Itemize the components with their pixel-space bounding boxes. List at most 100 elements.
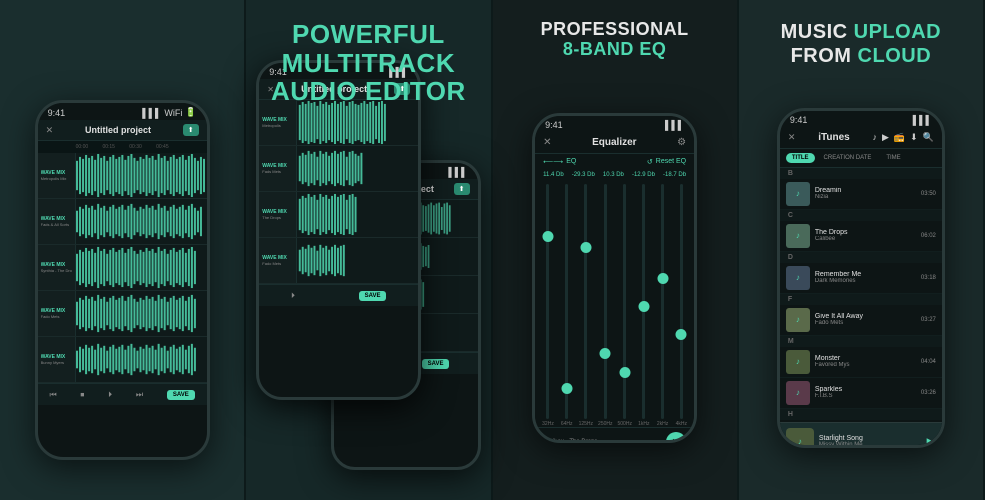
- track-row[interactable]: WAVE MIX Synthia - The Drops: [38, 245, 207, 291]
- track-row-front: WAVE MIX Fads Mets: [259, 146, 418, 192]
- eq-val-4: -12.9 Db: [632, 172, 655, 178]
- eq-values: 11.4 Db -29.3 Db 10.3 Db -12.9 Db -18.7 …: [535, 170, 694, 180]
- song-thumb: ♪: [786, 224, 810, 248]
- section-d: D: [780, 252, 942, 263]
- eq-settings-icon[interactable]: ⚙: [677, 137, 686, 148]
- play-btn[interactable]: ⏵: [108, 390, 112, 400]
- panel-multitrack: POWERFUL MULTITRACK AUDIO EDITOR 9:41 ▌▌…: [246, 0, 492, 500]
- eq-freq-4: 250Hz: [598, 421, 612, 427]
- phone-itunes: 9:41 ▌▌▌ ✕ iTunes ♪ ▶ 📻 ⬇ 🔍 TITLE CREATI…: [777, 108, 945, 448]
- eq-play-btn[interactable]: ▶: [666, 432, 686, 443]
- eq-band-track-6[interactable]: [642, 184, 645, 419]
- section-m: M: [780, 336, 942, 347]
- eq-band-track-4[interactable]: [604, 184, 607, 419]
- eq-header: ✕ Equalizer ⚙: [535, 132, 694, 154]
- song-info: Monster Favored Mys: [815, 355, 916, 368]
- song-artist: F.I.B.S: [815, 393, 916, 399]
- eq-band-track-8[interactable]: [680, 184, 683, 419]
- track-label: WAVE MIX Metropolis Mix: [38, 153, 76, 198]
- export-btn[interactable]: ⬆: [183, 124, 199, 136]
- promo-line-1: POWERFUL: [246, 20, 490, 49]
- eq-band-3: 125Hz: [579, 184, 593, 427]
- tab-time[interactable]: TIME: [880, 153, 906, 163]
- eq-band-thumb-3[interactable]: [580, 242, 591, 253]
- np-play-icon[interactable]: ▶: [927, 435, 936, 448]
- track-row-front: WAVE MIX Fado Mets: [259, 238, 418, 284]
- eq-band-thumb-8[interactable]: [676, 329, 687, 340]
- playback-toolbar: ⏮ ⏹ ⏵ ⏭ SAVE: [38, 383, 207, 405]
- battery-icon: 🔋: [185, 107, 196, 118]
- skip-forward-btn[interactable]: ⏭: [136, 390, 143, 400]
- eq-band-2: 64Hz: [560, 184, 574, 427]
- np-title: Starlight Song: [819, 435, 922, 442]
- music-icon: ♪: [872, 132, 877, 142]
- song-title: Remember Me: [815, 271, 916, 278]
- close-icon[interactable]: ✕: [46, 125, 54, 136]
- list-item[interactable]: ♪ Sparkles F.I.B.S 03:26: [780, 378, 942, 409]
- eq-toggle-btn[interactable]: ⟵⟶ EQ: [543, 158, 576, 166]
- reset-eq-btn[interactable]: ↺ Reset EQ: [647, 158, 686, 166]
- skip-back-btn[interactable]: ⏮: [49, 390, 56, 400]
- thumb-art: ♪: [786, 381, 810, 405]
- save-front: SAVE: [359, 291, 387, 301]
- itunes-panel: ✕ iTunes ♪ ▶ 📻 ⬇ 🔍 TITLE CREATION DATE T…: [780, 127, 942, 448]
- panel-itunes: MUSIC UPLOAD FROM CLOUD 9:41 ▌▌▌ ✕ iTune…: [739, 0, 985, 500]
- eq-band-track-7[interactable]: [661, 184, 664, 419]
- list-item[interactable]: ♪ Monster Favored Mys 04:04: [780, 347, 942, 378]
- itunes-header-icons: ♪ ▶ 📻 ⬇ 🔍: [872, 132, 933, 143]
- toolbar-front: ⏵ SAVE: [259, 284, 418, 306]
- waveform-2: [76, 199, 207, 244]
- time-1: 9:41: [48, 108, 66, 118]
- song-artist: Favored Mys: [815, 362, 916, 368]
- now-playing-info: Starlight Song Missy Within Me: [819, 435, 922, 448]
- track-row[interactable]: WAVE MIX Fado Mets: [38, 291, 207, 337]
- eq-band-track-2[interactable]: [565, 184, 568, 419]
- eq-panel: ✕ Equalizer ⚙ ⟵⟶ EQ ↺ Reset EQ 11.4 Db -…: [535, 132, 694, 443]
- waveform-1: [76, 153, 207, 198]
- video-icon: ▶: [882, 132, 889, 143]
- list-item[interactable]: ♪ The Drops Calibee 06:02: [780, 221, 942, 252]
- eq-band-thumb-7[interactable]: [657, 273, 668, 284]
- eq-band-thumb-1[interactable]: [542, 231, 553, 242]
- track-label-front: WAVE MIX Fado Mets: [259, 238, 297, 283]
- save-btn[interactable]: SAVE: [167, 390, 195, 400]
- eq-freq-1: 32Hz: [542, 421, 554, 427]
- eq-bands-container: 32Hz 64Hz 125Hz: [535, 180, 694, 427]
- eq-band-thumb-5[interactable]: [619, 367, 630, 378]
- tab-title[interactable]: TITLE: [786, 153, 815, 163]
- list-item[interactable]: ♪ Give It All Away Fado Mets 03:27: [780, 305, 942, 336]
- track-row-front: WAVE MIX The Drops: [259, 192, 418, 238]
- panel-track-editor: 9:41 ▌▌▌ WiFi 🔋 ✕ Untitled project ⬆ 00:…: [0, 0, 246, 500]
- now-playing-bar[interactable]: ♪ Starlight Song Missy Within Me ▶: [780, 422, 942, 448]
- song-duration: 04:04: [921, 359, 936, 365]
- song-info: Remember Me Dark Memories: [815, 271, 916, 284]
- tab-creation-date[interactable]: CREATION DATE: [818, 153, 878, 163]
- phone-track-editor: 9:41 ▌▌▌ WiFi 🔋 ✕ Untitled project ⬆ 00:…: [35, 100, 210, 460]
- track-row[interactable]: WAVE MIX Fads & All Sorts: [38, 199, 207, 245]
- song-title: Monster: [815, 355, 916, 362]
- eq-band-track-5[interactable]: [623, 184, 626, 419]
- track-label: WAVE MIX Synthia - The Drops: [38, 245, 76, 290]
- eq-band-thumb-2[interactable]: [561, 383, 572, 394]
- song-title: Sparkles: [815, 386, 916, 393]
- list-item[interactable]: ♪ Dreamin Nizia 03:50: [780, 179, 942, 210]
- thumb-art: ♪: [786, 350, 810, 374]
- eq-band-track-1[interactable]: [546, 184, 549, 419]
- song-title: Dreamin: [815, 187, 916, 194]
- promo-music-upload: MUSIC UPLOAD: [739, 20, 983, 44]
- eq-band-track-3[interactable]: [584, 184, 587, 419]
- reset-icon: ↺: [647, 158, 653, 166]
- stop-btn[interactable]: ⏹: [80, 390, 84, 400]
- itunes-close-btn[interactable]: ✕: [788, 132, 796, 143]
- eq-band-thumb-4[interactable]: [600, 348, 611, 359]
- eq-title: Equalizer: [592, 137, 636, 148]
- track-row[interactable]: WAVE MIX Metropolis Mix: [38, 153, 207, 199]
- download-icon[interactable]: ⬇: [910, 132, 918, 143]
- eq-band-thumb-6[interactable]: [638, 301, 649, 312]
- song-thumb: ♪: [786, 182, 810, 206]
- reset-label: Reset EQ: [656, 158, 686, 165]
- list-item[interactable]: ♪ Remember Me Dark Memories 03:18: [780, 263, 942, 294]
- track-row[interactable]: WAVE MIX Bunny Myers: [38, 337, 207, 383]
- search-icon[interactable]: 🔍: [923, 132, 934, 143]
- eq-close-btn[interactable]: ✕: [543, 137, 551, 148]
